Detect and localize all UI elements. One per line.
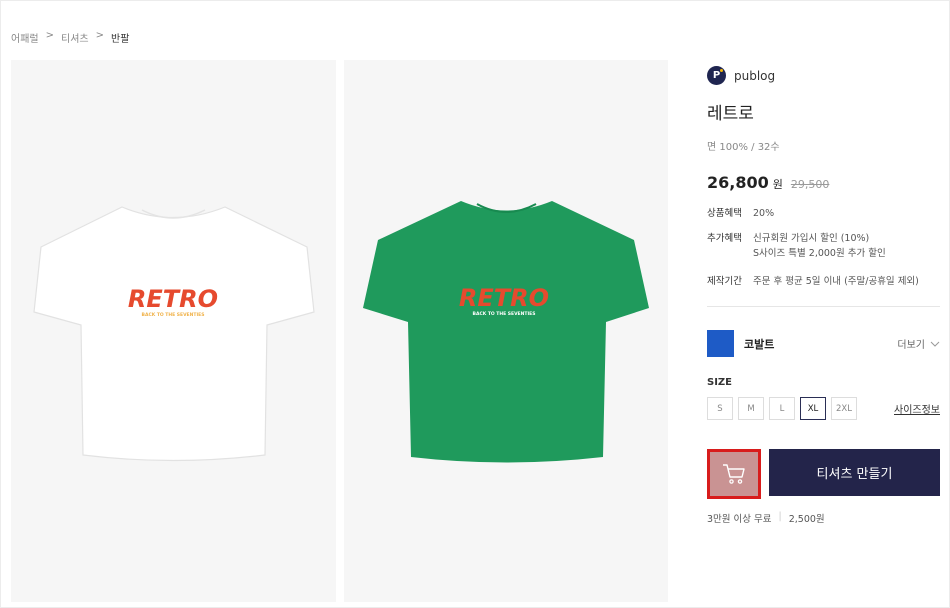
free-shipping-text: 3만원 이상 무료: [707, 514, 772, 525]
chevron-down-icon: [930, 341, 940, 347]
brand-logo: P: [707, 66, 726, 85]
divider: [707, 306, 940, 307]
color-swatch[interactable]: [707, 330, 734, 357]
print-subtext: BACK TO THE SEVENTIES: [473, 311, 536, 317]
shipping-info: 3만원 이상 무료 | 2,500원: [707, 511, 940, 525]
product-title: 레트로: [707, 104, 754, 124]
benefit-value: 신규회원 가입시 할인 (10%): [753, 233, 870, 244]
size-guide-link[interactable]: 사이즈정보: [894, 401, 940, 416]
tshirt-shape: [363, 201, 649, 463]
more-colors-button[interactable]: 더보기: [897, 336, 940, 351]
benefit-value: 주문 후 평균 5일 이내 (주말/공휴일 제외): [753, 276, 919, 287]
breadcrumb-item-short-sleeve: 반팔: [111, 34, 130, 45]
benefit-extra: 추가혜택 신규회원 가입시 할인 (10%) S사이즈 특별 2,000원 추가…: [707, 231, 940, 261]
size-heading: SIZE: [707, 377, 733, 388]
breadcrumb-separator: >: [45, 30, 54, 41]
print-subtext: BACK TO THE SEVENTIES: [142, 312, 205, 318]
benefits: 상품혜택 20% 추가혜택 신규회원 가입시 할인 (10%) S사이즈 특별 …: [707, 206, 940, 289]
shipping-fee: 2,500원: [788, 514, 825, 525]
print-text: RETRO: [459, 284, 549, 312]
benefit-value: S사이즈 특별 2,000원 추가 할인: [753, 248, 886, 259]
brand[interactable]: P publog: [707, 66, 940, 85]
cart-icon: [723, 464, 745, 484]
size-option-2xl[interactable]: 2XL: [831, 397, 857, 420]
size-option-s[interactable]: S: [707, 397, 733, 420]
breadcrumb: 어패럴 > 티셔츠 > 반팔: [11, 30, 129, 45]
sale-price: 26,800: [707, 173, 769, 192]
action-buttons: 티셔츠 만들기: [707, 449, 940, 499]
product-info: P publog 레트로 면 100% / 32수 26,800 원 29,50…: [707, 66, 940, 525]
currency: 원: [772, 178, 783, 191]
product-image-green[interactable]: RETRO BACK TO THE SEVENTIES: [344, 60, 668, 602]
make-tshirt-button[interactable]: 티셔츠 만들기: [769, 449, 940, 496]
benefit-product: 상품혜택 20%: [707, 206, 940, 221]
size-option-xl[interactable]: XL: [800, 397, 826, 420]
benefit-value: 20%: [753, 208, 775, 219]
benefit-label: 상품혜택: [707, 208, 742, 219]
benefit-label: 제작기간: [707, 276, 742, 287]
benefit-label: 추가혜택: [707, 233, 742, 244]
color-name: 코발트: [744, 337, 775, 351]
brand-name[interactable]: publog: [734, 69, 775, 83]
add-to-cart-button[interactable]: [707, 449, 761, 499]
print-text: RETRO: [128, 285, 218, 313]
size-option-l[interactable]: L: [769, 397, 795, 420]
price-row: 26,800 원 29,500: [707, 173, 940, 192]
benefit-production: 제작기간 주문 후 평균 5일 이내 (주말/공휴일 제외): [707, 274, 940, 289]
product-image-white[interactable]: RETRO BACK TO THE SEVENTIES: [11, 60, 336, 602]
color-selector[interactable]: 코발트 더보기: [707, 330, 940, 357]
original-price: 29,500: [790, 178, 830, 191]
more-label: 더보기: [897, 340, 925, 351]
separator: |: [778, 511, 782, 522]
size-options: S M L XL 2XL 사이즈정보: [707, 397, 940, 420]
size-option-m[interactable]: M: [738, 397, 764, 420]
tshirt-shape: [33, 206, 315, 462]
breadcrumb-item-apparel[interactable]: 어패럴: [11, 30, 39, 45]
breadcrumb-separator: >: [95, 30, 104, 41]
breadcrumb-item-tshirts[interactable]: 티셔츠: [61, 30, 89, 45]
product-material: 면 100% / 32수: [707, 142, 780, 153]
